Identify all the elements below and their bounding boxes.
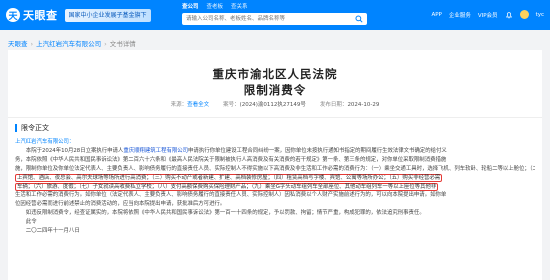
highlighted-text: 上宾馆、酒店、夜总会、高尔夫球场等场所进行高消费；（三）购买不动产或者新建、扩建…	[15, 173, 443, 182]
body-line: 位因经营必需而进行前述禁止的消费活动的，应当向本院提出申请，获批准后方可进行。	[15, 201, 226, 208]
nav-enterprise-service[interactable]: 企业服务	[449, 11, 471, 19]
section-header: 限令正文	[15, 123, 49, 133]
nav-vip[interactable]: VIP会员	[478, 11, 498, 19]
user-name[interactable]: tyc	[536, 12, 544, 18]
logo[interactable]: 天 天眼查	[6, 7, 58, 23]
bell-icon[interactable]	[505, 11, 513, 19]
case-label: 案号：	[223, 102, 240, 108]
tab-boss[interactable]: 查老板	[207, 4, 224, 11]
source-label: 来源：	[170, 102, 188, 108]
breadcrumb: 天眼查 › 上汽红岩汽车有限公司 › 文书详情	[8, 38, 136, 48]
date-label: 发布日期：	[319, 102, 348, 108]
section-title: 限令正文	[21, 124, 49, 132]
body-line: 此令	[15, 218, 535, 227]
logo-mark-icon: 天	[6, 8, 20, 22]
divider	[8, 117, 542, 118]
body-text-span: 此令	[25, 219, 37, 226]
avatar[interactable]	[519, 10, 529, 19]
breadcrumb-separator: ›	[30, 40, 34, 48]
meta-source: 来源：查看全文	[171, 100, 210, 108]
body-line: 本院于2024年10月28日立案执行申请人重庆顺翔建筑工程有限公司申请执行你单位…	[15, 147, 535, 156]
body-line: 施，限制你单位及你单位法定代表人、主要负责人、影响债务履行的直接责任人员、实际控…	[15, 165, 535, 172]
tab-relation[interactable]: 查关系	[231, 4, 248, 11]
search-icon[interactable]	[355, 15, 363, 23]
logo-text: 天眼查	[23, 9, 58, 22]
document-card: 重庆市渝北区人民法院 限制消费令 来源：查看全文 案号：(2024)渝0112执…	[8, 50, 542, 280]
breadcrumb-home[interactable]: 天眼查	[8, 40, 28, 48]
meta-case: 案号：(2024)渝0112执27149号	[223, 100, 306, 108]
applicant-link[interactable]: 重庆顺翔建筑工程有限公司	[123, 148, 188, 154]
highlighted-text: 车辆；（六）旅游、度假；（七）子女就读高收费私立学校；（八）支付高额保费购买保险…	[15, 182, 439, 191]
search-area: 查公司 查老板 查关系	[182, 4, 367, 25]
nav-app[interactable]: APP	[431, 12, 441, 18]
body-text-span: 如违反限制消费令，经查证属实的，本院将依照《中华人民共和国民事诉讼法》第一百一十…	[25, 210, 425, 217]
body-line: 如违反限制消费令，经查证属实的，本院将依照《中华人民共和国民事诉讼法》第一百一十…	[15, 209, 535, 218]
tab-company[interactable]: 查公司	[182, 4, 199, 11]
body-line: 上汽红岩汽车有限公司：	[15, 138, 535, 147]
court-name: 重庆市渝北区人民法院	[212, 67, 338, 81]
body-text-span: 二〇二四年十一月八日	[25, 228, 80, 235]
nav-right: APP 企业服务 VIP会员 tyc	[431, 10, 544, 19]
source-link[interactable]: 查看全文	[187, 102, 209, 108]
document-title: 限制消费令	[243, 83, 307, 97]
search-tabs: 查公司 查老板 查关系	[182, 4, 367, 11]
body-line: 车辆；（六）旅游、度假；（七）子女就读高收费私立学校；（八）支付高额保费购买保险…	[15, 182, 535, 192]
body-line: 上宾馆、酒店、夜总会、高尔夫球场等场所进行高消费；（三）购买不动产或者新建、扩建…	[15, 173, 535, 183]
search-box	[182, 13, 367, 25]
section-accent-bar	[15, 124, 17, 132]
body-line: 生活和工作必需的消费行为。如你单位（法定代表人、主要负责人、影响债务履行的直接责…	[15, 192, 447, 199]
publish-date: 2024-10-29	[347, 102, 380, 108]
body-text-span: 本院于2024年10月28日立案执行申请人	[25, 147, 124, 154]
document-meta: 来源：查看全文 案号：(2024)渝0112执27149号 发布日期：2024-…	[8, 100, 542, 108]
meta-date: 发布日期：2024-10-29	[320, 100, 379, 108]
body-line: 务，本院依照《中华人民共和国民事诉讼法》第二百六十六条和《最高人民法院关于限制被…	[15, 156, 447, 163]
party-link[interactable]: 上汽红岩汽车有限公司：	[15, 139, 74, 145]
search-input[interactable]	[182, 13, 346, 25]
body-line: 二〇二四年十一月八日	[15, 227, 535, 236]
document-body: 上汽红岩汽车有限公司： 本院于2024年10月28日立案执行申请人重庆顺翔建筑工…	[15, 138, 535, 236]
promo-badge[interactable]: 国家中小企业发展子基金旗下	[64, 8, 151, 22]
breadcrumb-separator: ›	[104, 40, 107, 48]
top-navigation-bar: 天 天眼查 国家中小企业发展子基金旗下 查公司 查老板 查关系 APP 企业服务…	[0, 0, 550, 30]
breadcrumb-company[interactable]: 上汽红岩汽车有限公司	[36, 40, 101, 48]
breadcrumb-current: 文书详情	[109, 40, 136, 48]
body-text-span: 申请执行你单位建设工程合同纠纷一案，因你单位未按执行通知书指定的期间履行生效法律…	[188, 147, 447, 154]
case-number: (2024)渝0112执27149号	[239, 102, 306, 108]
